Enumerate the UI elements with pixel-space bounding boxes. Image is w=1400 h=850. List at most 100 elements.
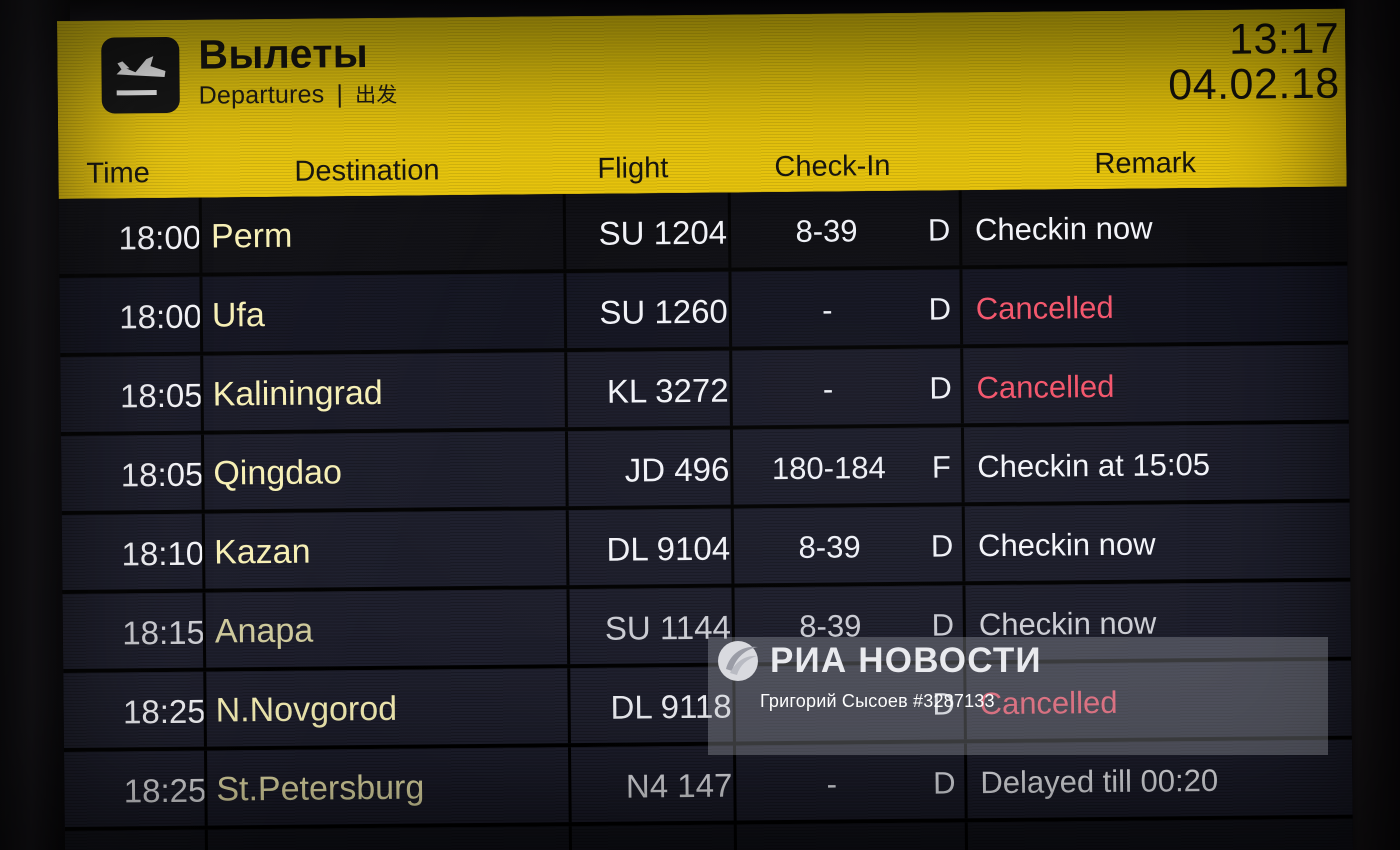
cell-remark: Checkin now [975,187,1348,270]
cell-terminal: F [917,427,966,506]
photo-scene: Вылеты Departures | 出发 13:17 04.02.18 Ti… [0,0,1400,850]
cell-checkin [743,665,919,746]
column-divider [202,592,207,672]
flight-checkin: - [826,766,838,802]
cell-time: 18:00 [81,277,202,357]
flight-number: DL 9104 [606,529,731,568]
page-title-sub: Departures | 出发 [199,79,398,111]
column-header-flight: Flight [597,152,669,185]
column-divider [732,666,736,746]
flight-remark: Cancelled [979,684,1118,721]
table-row: 18:25 St.Petersburg N4 147 - D Delayed till 0… [64,739,1353,831]
column-header-checkin: Check-In [774,150,891,184]
flight-checkin: 8-39 [799,607,862,644]
column-divider [729,350,733,430]
cell-checkin: 180-184 [741,428,917,509]
column-divider [198,197,203,277]
departure-board: Вылеты Departures | 出发 13:17 04.02.18 Ti… [57,8,1354,850]
flight-destination: Ufa [211,296,265,335]
cell-terminal: D [916,348,965,427]
cell-destination: Ufa [211,273,562,355]
flight-time: 18:00 [119,297,203,335]
column-divider [731,587,736,667]
flight-terminal: D [927,211,951,248]
cell-flight: N4 147 [572,746,733,827]
flight-destination: Kaliningrad [212,373,383,414]
flight-number: SU 1144 [604,608,732,647]
flight-terminal: D [929,369,952,406]
cell-flight: SU 1144 [570,588,731,669]
cell-terminal: D [915,190,964,269]
cell-terminal: D [918,585,967,664]
flight-number: DL 9118 [610,687,732,726]
flight-terminal: D [931,606,955,643]
column-divider [727,192,732,272]
flight-number: SU 1260 [599,292,728,331]
column-divider [203,671,208,751]
flight-time: 18:00 [118,218,202,256]
cell-destination: Kaliningrad [212,352,563,434]
cell-checkin: 8-39 [742,507,918,588]
cell-time: 18:10 [84,514,205,594]
cell-remark: Checkin at 15:05 [977,424,1350,507]
flight-checkin: 8-39 [795,212,858,249]
page-title-ru: Вылеты [198,30,369,78]
cell-remark: Checkin now [978,582,1351,665]
cell-flight: KL 3272 [568,351,729,432]
column-headers: Time Destination Flight Check-In Remark [58,129,1346,195]
flight-destination: Anapa [214,611,314,651]
cell-flight: DL 9118 [571,667,732,748]
flight-terminal: D [928,290,952,327]
cell-flight: JD 496 [569,430,730,511]
cell-flight: SU 1260 [567,272,728,353]
flight-checkin: - [822,371,834,407]
cell-remark: Cancelled [976,345,1349,428]
flight-terminal: D [932,685,955,722]
flight-rows: 18:00 Perm SU 1204 8-39 D Checkin now 18:00 Ufa… [58,186,1354,850]
column-divider [204,829,209,850]
cell-destination: Perm [211,194,562,276]
flight-time: 18:25 [122,692,206,730]
table-row: 18:05 Qingdao JD 496 180-184 F Checkin at 15:… [60,423,1350,515]
flight-time: 18:15 [122,613,206,651]
cell-remark: Checkin now [978,503,1351,586]
flight-remark: Checkin now [978,604,1157,642]
departing-plane-icon [101,36,180,114]
flight-remark: Cancelled [975,289,1114,326]
cell-terminal: D [918,506,967,585]
flight-remark: Checkin now [974,209,1153,247]
column-divider [733,824,738,850]
cell-remark: Delayed till 00:20 [980,740,1353,823]
flight-destination: Perm [210,216,293,256]
table-row: 18:05 Kaliningrad KL 3272 - D Cancelled [60,344,1349,436]
cell-time: 18:05 [83,435,204,515]
cell-destination: Anapa [214,589,565,671]
column-divider [201,513,206,593]
flight-number: JD 496 [624,450,730,489]
column-header-destination: Destination [294,154,440,188]
flight-time: 18:25 [123,771,207,809]
page-title-en: Departures [198,80,325,110]
cell-checkin: - [739,270,915,351]
current-date: 04.02.18 [1168,59,1340,110]
current-time: 13:17 [1228,14,1340,64]
cell-checkin: 8-39 [742,586,918,667]
cell-time: 18:25 [85,672,206,752]
flight-terminal: D [932,764,956,801]
cell-terminal: D [920,743,969,822]
flight-time: 18:05 [120,455,204,493]
cell-destination: N.Novgorod [215,668,566,750]
cell-remark: Cancelled [979,661,1352,744]
flight-checkin: - [821,292,833,328]
cell-destination: Kazan [214,510,565,592]
table-row: 18:25 N.Novgorod DL 9118 D Cancelled [63,660,1352,752]
table-row: 18:00 Ufa SU 1260 - D Cancelled [59,265,1349,357]
flight-number: SU 1204 [598,213,728,252]
column-header-time: Time [86,157,150,190]
cell-flight: SU 1204 [567,193,728,274]
board-title-block: Вылеты Departures | 出发 [198,30,398,111]
cell-time: 18:15 [84,593,205,673]
cell-remark: Cancelled [975,266,1348,349]
flight-destination: Qingdao [213,453,343,493]
flight-time: 18:05 [119,376,203,414]
